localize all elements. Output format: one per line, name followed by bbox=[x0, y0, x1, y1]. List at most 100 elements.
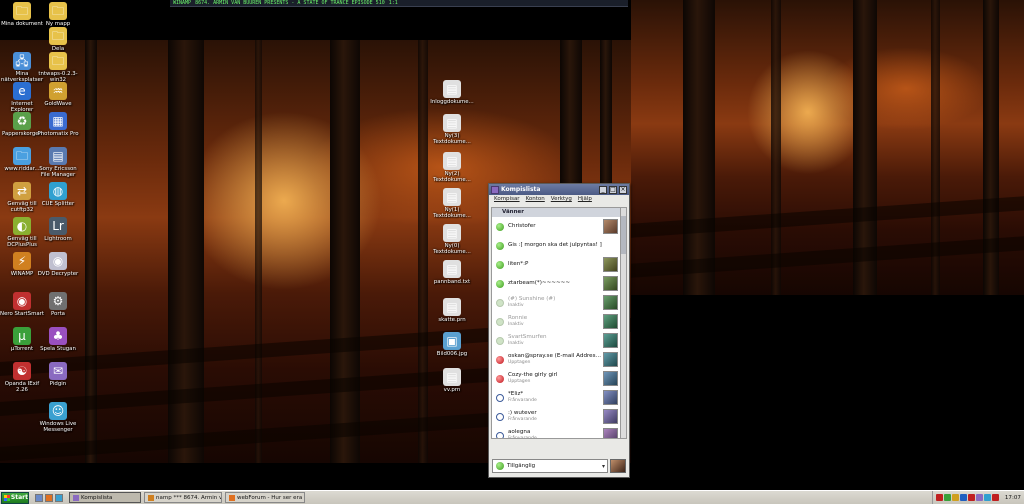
desktop-icon[interactable]: ▤ skatte.prn bbox=[430, 298, 474, 323]
desktop-icon[interactable]: ◉ DVD Decrypter bbox=[36, 252, 80, 277]
tray-icon[interactable] bbox=[975, 494, 983, 501]
dvd-decrypter-icon: ◉ bbox=[49, 252, 67, 270]
tray-icon[interactable] bbox=[943, 494, 951, 501]
minimize-button[interactable]: _ bbox=[599, 185, 607, 194]
buddy-row[interactable]: *Eliz* Frånvarande bbox=[492, 388, 620, 407]
desktop-icon-label: Windows Live Messenger bbox=[39, 421, 77, 434]
desktop-icon-label: Inloggdokume... bbox=[430, 99, 474, 105]
buddy-list-scrollbar[interactable] bbox=[620, 207, 627, 439]
taskbar-button-label: namp *** 8674. Armin v... bbox=[156, 494, 222, 501]
buddy-row[interactable]: ztarbeam(*)~~~~~~ bbox=[492, 274, 620, 293]
buddy-list-window[interactable]: Kompislista _ □ × Kompisar Konton Verkty… bbox=[488, 183, 630, 478]
status-selector[interactable]: Tillgänglig ▾ bbox=[492, 459, 608, 473]
off-status-icon bbox=[496, 336, 504, 345]
desktop-icon[interactable]: ▤ pannband.txt bbox=[430, 260, 474, 285]
desktop-icon[interactable]: ♣ Spela Stugan bbox=[36, 327, 80, 352]
close-button[interactable]: × bbox=[619, 185, 627, 194]
buddy-row[interactable]: aolegna Frånvarande bbox=[492, 426, 620, 438]
utorrent-icon: µ bbox=[13, 327, 31, 345]
tray-icon[interactable] bbox=[983, 494, 991, 501]
on-status-icon bbox=[496, 222, 504, 231]
desktop-icon[interactable]: ◍ CUE Splitter bbox=[36, 182, 80, 207]
prn-file-icon: ▤ bbox=[443, 368, 461, 386]
desktop-icon[interactable]: ✉ Pidgin bbox=[36, 362, 80, 387]
taskbar-button[interactable]: namp *** 8674. Armin v... bbox=[144, 492, 222, 503]
desktop-icon[interactable]: ▤ vv.prn bbox=[430, 368, 474, 393]
tray-icon[interactable] bbox=[935, 494, 943, 501]
winamp-windowshade[interactable]: WINAMP 8674. ARMIN VAN BUUREN PRESENTS -… bbox=[170, 0, 628, 7]
desktop-icon[interactable]: ▤ Ny(2) Textdokume... bbox=[430, 152, 474, 184]
group-header[interactable]: Vänner bbox=[492, 208, 620, 217]
scrollbar-thumb[interactable] bbox=[621, 216, 626, 254]
desktop-icon-label: Sony Ericsson File Manager bbox=[39, 166, 77, 179]
buddy-row[interactable]: :) wutever Frånvarande bbox=[492, 407, 620, 426]
buddy-text: Gis :[ morgon ska det julpyntas! ] bbox=[504, 242, 620, 249]
buddy-name: Gis :[ morgon ska det julpyntas! ] bbox=[508, 242, 602, 248]
desktop-icon[interactable]: ⚙ Porta bbox=[36, 292, 80, 317]
documents-folder-icon: 🗀 bbox=[13, 2, 31, 20]
desktop-icon-label: Ny(2) Textdokume... bbox=[433, 171, 471, 184]
off-status-icon bbox=[496, 317, 504, 326]
tray-icon[interactable] bbox=[991, 494, 999, 501]
buddy-avatar bbox=[603, 409, 618, 424]
buddy-status-text: Frånvarande bbox=[508, 417, 537, 422]
buddy-name: liten*:P bbox=[508, 261, 529, 267]
buddy-text: Ronnie Inaktiv bbox=[504, 315, 603, 328]
chevron-down-icon: ▾ bbox=[601, 462, 605, 470]
desktop-icon[interactable]: 🗀 Dela bbox=[36, 27, 80, 52]
buddy-row[interactable]: Gis :[ morgon ska det julpyntas! ] bbox=[492, 236, 620, 255]
taskbar-button-label: Kompislista bbox=[81, 494, 113, 501]
tray-icon[interactable] bbox=[959, 494, 967, 501]
desktop-icon[interactable]: ▣ Bild006.jpg bbox=[430, 332, 474, 357]
firefox-quick-icon[interactable] bbox=[45, 493, 53, 502]
buddy-row[interactable]: oskan@spray.se (E-mail Address Not ...Up… bbox=[492, 350, 620, 369]
menu-konton[interactable]: Konton bbox=[526, 196, 545, 203]
desktop-icon[interactable]: ▦ Photomatix Pro bbox=[36, 112, 80, 137]
desktop-icon-label: Lightroom bbox=[44, 236, 72, 242]
start-label: Start bbox=[10, 494, 28, 501]
desktop-icon[interactable]: ▤ Inloggdokume... bbox=[430, 80, 474, 105]
tray-icon[interactable] bbox=[967, 494, 975, 501]
desktop-icon[interactable]: ▤ Ny(0) Textdokume... bbox=[430, 224, 474, 256]
winamp-time: 1:1 bbox=[388, 0, 398, 6]
desktop-icon[interactable]: ▤ Ny(3) Textdokume... bbox=[430, 114, 474, 146]
my-avatar[interactable] bbox=[610, 459, 626, 473]
desktop-icon-label: CUE Splitter bbox=[41, 201, 75, 207]
desktop-icon[interactable]: ♒ GoldWave bbox=[36, 82, 80, 107]
folder-icon: 🗀 bbox=[49, 52, 67, 70]
buddy-row[interactable]: Ronnie Inaktiv bbox=[492, 312, 620, 331]
pidgin-icon: ✉ bbox=[49, 362, 67, 380]
busy-status-icon bbox=[496, 374, 504, 383]
on-status-icon bbox=[496, 260, 504, 269]
buddy-row[interactable]: SvartSmurfen Inaktiv bbox=[492, 331, 620, 350]
desktop-icon[interactable]: ▤ Ny(1) Textdokume... bbox=[430, 188, 474, 220]
start-button[interactable]: Start bbox=[1, 491, 29, 504]
taskbar-button[interactable]: Kompislista bbox=[69, 492, 141, 503]
menu-hjalp[interactable]: Hjälp bbox=[578, 196, 592, 203]
desktop-icon[interactable]: Lr Lightroom bbox=[36, 217, 80, 242]
maximize-button[interactable]: □ bbox=[609, 185, 617, 194]
buddy-status-text: Upptagen bbox=[508, 379, 531, 384]
image-file-icon: ▣ bbox=[443, 332, 461, 350]
buddy-row[interactable]: liten*:P bbox=[492, 255, 620, 274]
desktop-icon[interactable]: 🗀 tntwaps-0.2.3-win32 bbox=[36, 52, 80, 84]
taskbar-button[interactable]: webForum - Hur ser era ... bbox=[225, 492, 305, 503]
task-buttons: Kompislista namp *** 8674. Armin v... webF… bbox=[69, 492, 308, 503]
buddy-row[interactable]: Cozy-the girly girl Upptagen bbox=[492, 369, 620, 388]
menu-verktyg[interactable]: Verktyg bbox=[551, 196, 572, 203]
buddy-row[interactable]: (#) Sunshine (#) Inaktiv bbox=[492, 293, 620, 312]
show-desktop-icon[interactable] bbox=[35, 493, 43, 502]
desktop-icon[interactable]: ☺ Windows Live Messenger bbox=[36, 402, 80, 434]
desktop-icon[interactable]: ▤ Sony Ericsson File Manager bbox=[36, 147, 80, 179]
buddy-row[interactable]: Christofer bbox=[492, 217, 620, 236]
games-icon: ♣ bbox=[49, 327, 67, 345]
desktop-icon[interactable]: 🗀 Ny mapp bbox=[36, 2, 80, 27]
buddy-avatar bbox=[603, 352, 618, 367]
tray-icon[interactable] bbox=[951, 494, 959, 501]
clock[interactable]: 17:07 bbox=[1005, 495, 1021, 501]
menu-kompisar[interactable]: Kompisar bbox=[494, 196, 520, 203]
messenger-quick-icon[interactable] bbox=[55, 493, 63, 502]
buddy-avatar bbox=[603, 390, 618, 405]
window-titlebar[interactable]: Kompislista _ □ × bbox=[489, 184, 629, 195]
winamp-icon: ⚡ bbox=[13, 252, 31, 270]
